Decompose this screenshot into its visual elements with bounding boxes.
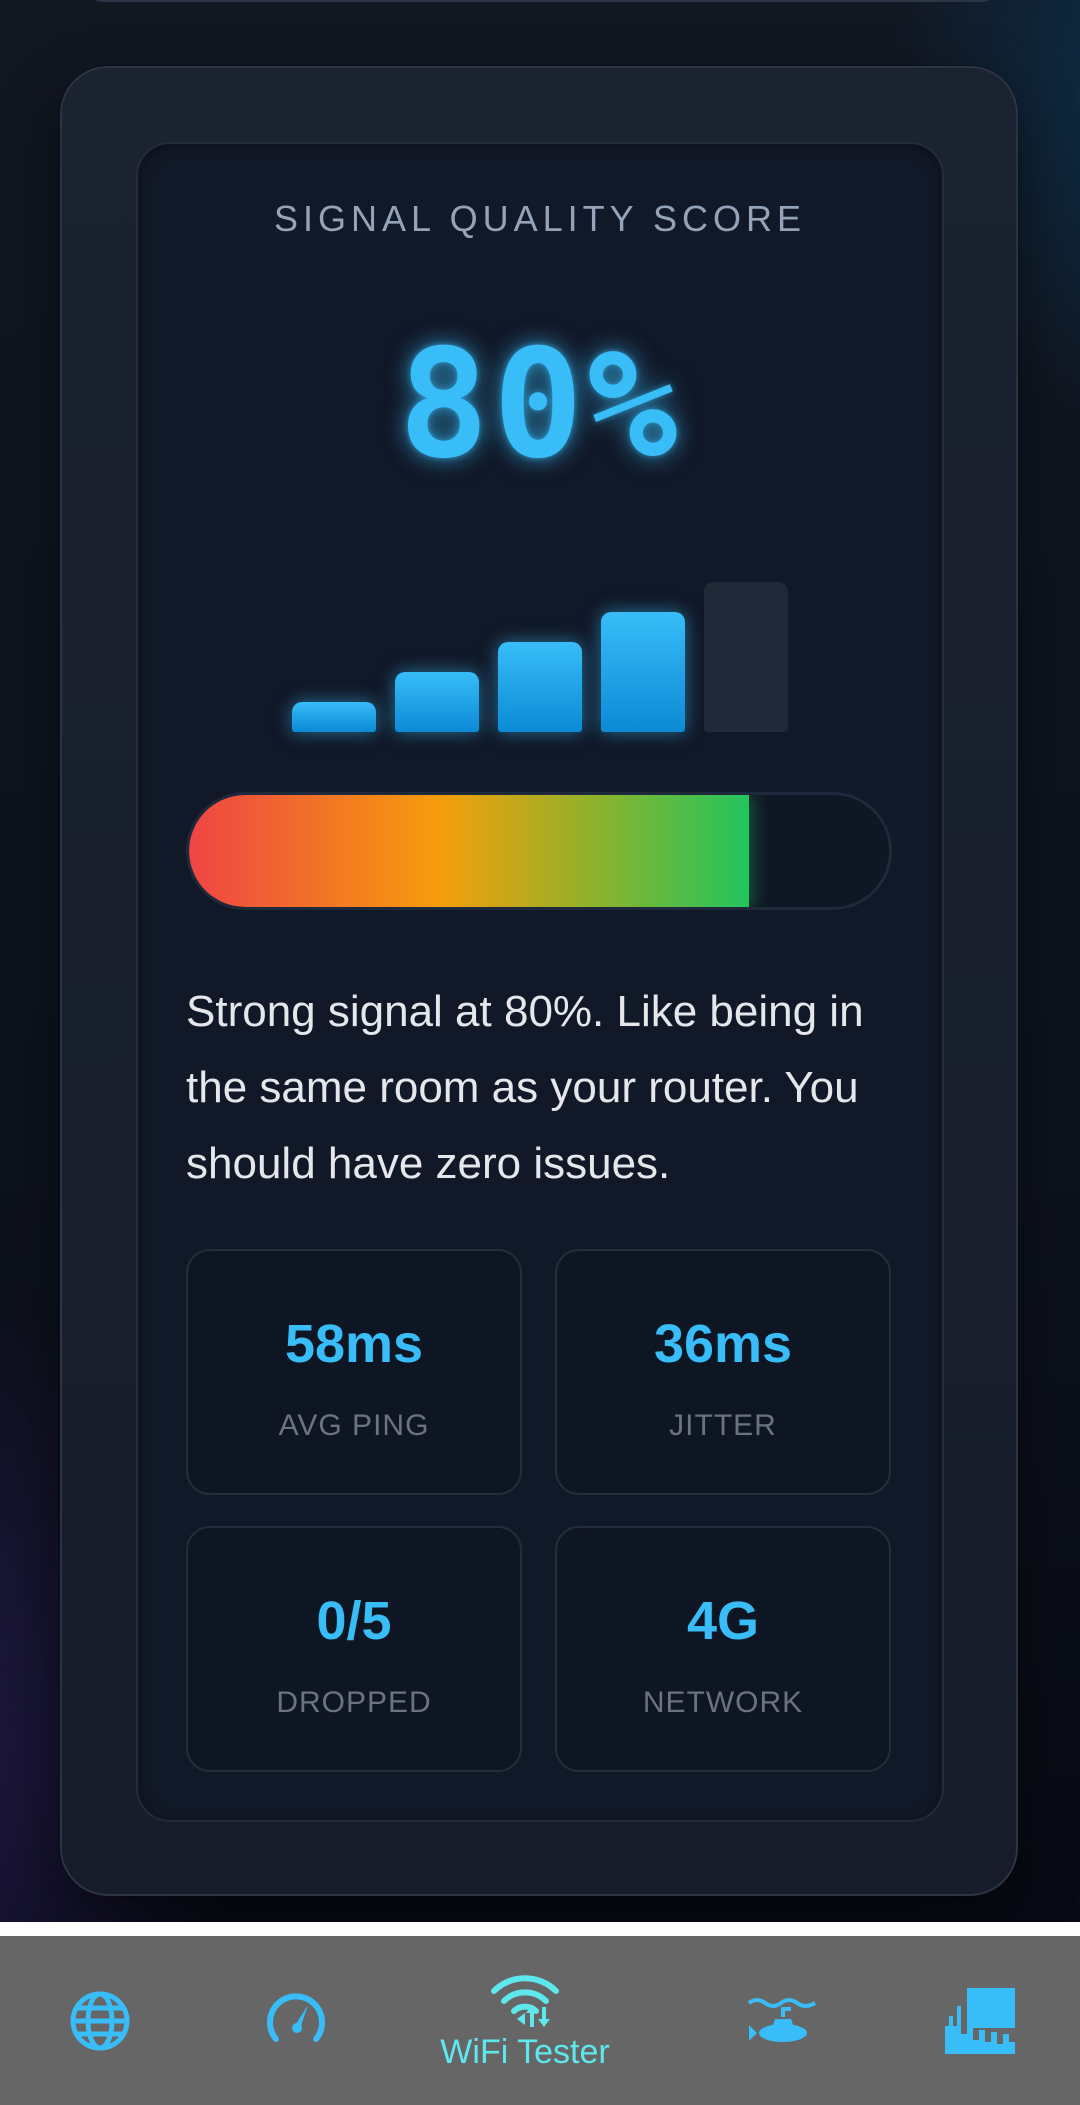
stat-label: JITTER xyxy=(669,1409,777,1442)
signal-bar-5 xyxy=(704,582,788,732)
signal-strength-bars xyxy=(292,580,788,732)
signal-bar-4 xyxy=(601,612,685,732)
wifi-transfer-icon xyxy=(491,1975,559,2027)
stat-jitter: 36ms JITTER xyxy=(555,1249,891,1495)
signal-description: Strong signal at 80%. Like being in the … xyxy=(186,987,864,1188)
quality-progress-bar xyxy=(186,792,892,910)
stat-value: 0/5 xyxy=(316,1591,392,1651)
globe-icon xyxy=(70,1991,130,2050)
score-title: SIGNAL QUALITY SCORE xyxy=(273,198,807,239)
stat-label: NETWORK xyxy=(642,1686,804,1719)
stat-value: 36ms xyxy=(653,1314,793,1374)
signal-bar-2 xyxy=(395,672,479,732)
speedometer-icon xyxy=(267,1992,325,2042)
nav-item-globe[interactable] xyxy=(50,1936,150,2105)
stat-label: DROPPED xyxy=(276,1686,432,1719)
quality-progress-fill xyxy=(189,795,749,907)
nav-item-submarine[interactable] xyxy=(732,1936,832,2105)
submarine-icon xyxy=(747,1997,817,2042)
nav-item-wifi-tester[interactable]: WiFi Tester xyxy=(420,1936,630,2105)
score-value: 80% xyxy=(398,318,682,492)
stat-avg-ping: 58ms AVG PING xyxy=(186,1249,522,1495)
signal-bar-3 xyxy=(498,642,582,732)
nav-item-speed-test[interactable] xyxy=(246,1936,346,2105)
stat-dropped: 0/5 DROPPED xyxy=(186,1526,522,1772)
stat-value: 4G xyxy=(686,1591,760,1651)
stat-network: 4G NETWORK xyxy=(555,1526,891,1772)
bottom-navigation: WiFi Tester xyxy=(0,1936,1080,2105)
nav-divider xyxy=(0,1922,1080,1936)
city-chart-icon xyxy=(945,1987,1015,2054)
stat-label: AVG PING xyxy=(278,1409,430,1442)
nav-label-wifi-tester: WiFi Tester xyxy=(440,2033,610,2071)
stat-value: 58ms xyxy=(284,1314,424,1374)
previous-card-edge xyxy=(78,0,1006,2)
nav-item-city-chart[interactable] xyxy=(930,1936,1030,2105)
signal-bar-1 xyxy=(292,702,376,732)
